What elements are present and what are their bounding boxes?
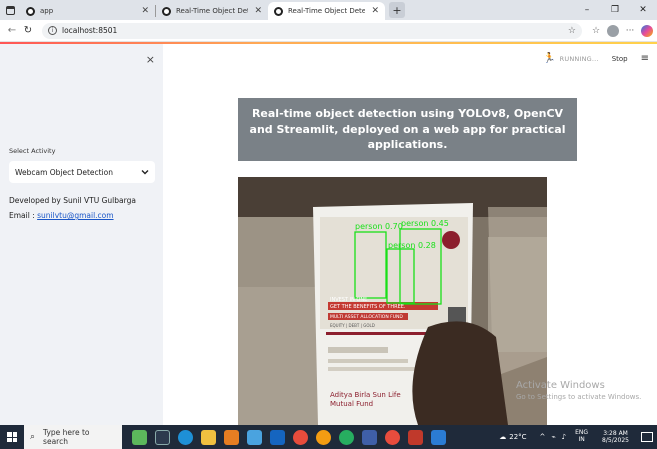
tab-title: Real-Time Object Detection [176, 7, 248, 15]
clock-time: 3:28 AM [603, 429, 628, 437]
activity-select-value: Webcam Object Detection [15, 167, 114, 177]
chrome-icon-4[interactable] [385, 429, 400, 445]
browser-tab-strip: app ✕ Real-Time Object Detection ✕ Real-… [0, 0, 657, 20]
paper-line-4: EQUITY | DEBT | GOLD [330, 323, 375, 328]
store-icon[interactable] [247, 429, 262, 445]
webcam-video-frame: person 0.70 person 0.45 person 0.28 INVE… [238, 177, 547, 425]
restore-button[interactable]: ❐ [601, 5, 629, 15]
language-indicator[interactable]: ENG IN [575, 430, 588, 443]
email-line: Email : sunilvtu@gmail.com [9, 211, 114, 220]
tab-close-icon[interactable]: ✕ [371, 6, 379, 16]
main-menu-icon[interactable]: ≡ [641, 53, 649, 64]
temperature[interactable]: 22°C [509, 433, 526, 441]
search-icon: ⌕ [30, 432, 36, 442]
start-button[interactable] [0, 425, 24, 449]
copilot-icon[interactable] [641, 24, 653, 37]
refresh-icon[interactable]: ↻ [20, 25, 36, 36]
activity-select[interactable]: Webcam Object Detection [9, 161, 155, 183]
address-bar-row: ← ↻ i localhost:8501 ☆ ☆ ··· [0, 20, 657, 42]
new-tab-button[interactable]: + [389, 2, 405, 18]
taskbar-apps [128, 429, 450, 445]
outlook-icon[interactable] [270, 429, 285, 445]
vscode-icon[interactable] [431, 429, 446, 445]
browser-tab-app[interactable]: app ✕ [20, 2, 155, 20]
webcam-scene: person 0.70 person 0.45 person 0.28 INVE… [238, 177, 547, 425]
window-controls: – ❐ ✕ [573, 0, 657, 20]
back-arrow-icon[interactable]: ← [4, 25, 20, 36]
email-prefix: Email : [9, 211, 38, 220]
file-explorer-icon[interactable] [201, 429, 216, 445]
detection-label-3: person 0.28 [388, 241, 436, 250]
site-info-icon[interactable]: i [48, 26, 57, 35]
sidebar-close-icon[interactable]: × [146, 53, 155, 66]
taskbar-search-placeholder: Type here to search [43, 428, 90, 446]
chevron-down-icon [141, 170, 149, 175]
notification-icon[interactable] [641, 432, 653, 442]
minimize-button[interactable]: – [573, 5, 601, 15]
chrome-icon-1[interactable] [293, 429, 308, 445]
browser-tab-detection-active[interactable]: Real-Time Object Detection ✕ [268, 2, 385, 20]
watermark-subtitle: Go to Settings to activate Windows. [516, 393, 642, 401]
windows-logo-icon [7, 432, 17, 442]
favorite-star-icon[interactable]: ☆ [568, 26, 576, 36]
email-link[interactable]: sunilvtu@gmail.com [37, 211, 113, 220]
tab-close-icon[interactable]: ✕ [141, 6, 149, 16]
paper-line-3: MULTI ASSET ALLOCATION FUND [330, 314, 403, 320]
window-close-button[interactable]: ✕ [629, 5, 657, 15]
stop-button[interactable]: Stop [612, 55, 628, 63]
paper-line-1: INVEST IN ONE. [330, 297, 369, 303]
app-icon[interactable] [408, 429, 423, 445]
profile-avatar[interactable] [607, 24, 619, 37]
url-field[interactable]: i localhost:8501 ☆ [42, 22, 582, 39]
widget-icon[interactable] [132, 429, 147, 445]
tab-close-icon[interactable]: ✕ [254, 6, 262, 16]
task-view-icon[interactable] [155, 429, 170, 445]
clock-date: 8/5/2025 [602, 437, 629, 444]
developer-credit: Developed by Sunil VTU Gulbarga [9, 196, 136, 205]
main-content: 🏃 RUNNING... Stop ≡ Real-time object det… [163, 44, 657, 425]
tab-favicon-icon [162, 6, 171, 16]
tab-actions-icon [5, 5, 15, 15]
url-text: localhost:8501 [62, 26, 118, 35]
tab-favicon-icon [26, 6, 35, 16]
copilot-app-icon[interactable] [224, 429, 239, 445]
sidebar: × Select Activity Webcam Object Detectio… [0, 44, 163, 425]
tray-chevron-up-icon[interactable]: ^ [540, 433, 546, 441]
running-person-icon: 🏃 [543, 53, 556, 64]
paper-brand: Aditya Birla Sun Life [330, 391, 401, 399]
windows-taskbar: ⌕ Type here to search ☁ 22°C ^ ⌁ ♪ ENG I… [0, 425, 657, 449]
tab-title: app [40, 7, 54, 15]
detection-label-1: person 0.70 [355, 222, 403, 231]
chrome-icon-3[interactable] [339, 429, 354, 445]
favorites-icon[interactable]: ☆ [588, 26, 604, 36]
more-options-icon[interactable]: ··· [622, 26, 638, 36]
tab-title: Real-Time Object Detection [288, 7, 366, 15]
select-activity-label: Select Activity [9, 147, 56, 155]
region-code: IN [578, 436, 585, 443]
tab-favicon-icon [274, 6, 283, 16]
volume-icon[interactable]: ♪ [562, 433, 566, 441]
notes-icon[interactable] [362, 429, 377, 445]
activate-windows-watermark: Activate Windows Go to Settings to activ… [516, 380, 641, 401]
chrome-icon-2[interactable] [316, 429, 331, 445]
system-tray: ☁ 22°C ^ ⌁ ♪ ENG IN 3:28 AM 8/5/2025 [496, 430, 657, 444]
paper-brand-2: Mutual Fund [330, 400, 373, 408]
paper-line-2: GET THE BENEFITS OF THREE. [330, 304, 406, 310]
page-banner: Real-time object detection using YOLOv8,… [238, 98, 577, 161]
edge-icon[interactable] [178, 429, 193, 445]
detection-label-2: person 0.45 [401, 219, 449, 228]
running-status: RUNNING... [559, 54, 599, 63]
taskbar-clock[interactable]: 3:28 AM 8/5/2025 [602, 430, 629, 444]
watermark-title: Activate Windows [516, 380, 605, 391]
network-icon[interactable]: ⌁ [551, 433, 555, 441]
tab-actions-button[interactable] [0, 0, 20, 20]
status-toolbar: 🏃 RUNNING... Stop ≡ [543, 53, 649, 64]
weather-icon[interactable]: ☁ [499, 433, 506, 441]
taskbar-search[interactable]: ⌕ Type here to search [24, 425, 122, 449]
browser-tab-detection-1[interactable]: Real-Time Object Detection ✕ [156, 2, 268, 20]
